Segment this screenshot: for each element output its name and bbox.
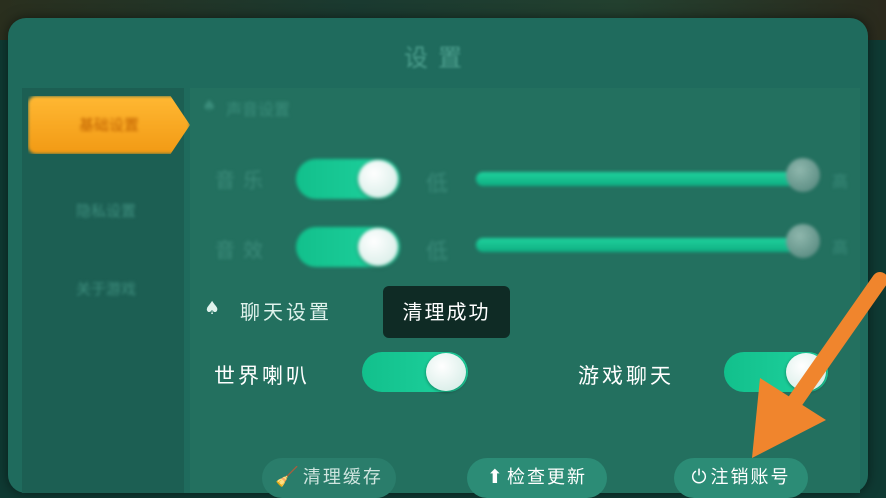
effects-low-label: 低 xyxy=(426,240,449,265)
tab-about-game[interactable]: 关于游戏 xyxy=(36,270,176,308)
effects-high-label: 高 xyxy=(832,238,849,257)
spade-icon: ♠ xyxy=(204,298,221,319)
broom-icon: 🧹 xyxy=(275,466,301,488)
music-slider-handle[interactable] xyxy=(786,158,820,192)
music-low-label: 低 xyxy=(426,172,449,197)
effects-toggle[interactable] xyxy=(296,227,400,267)
music-high-label: 高 xyxy=(832,172,849,191)
effects-volume-slider[interactable] xyxy=(476,238,806,252)
toggle-knob xyxy=(358,160,398,198)
logout-button[interactable]: ⏻ 注销账号 xyxy=(674,458,808,498)
clear-cache-button[interactable]: 🧹 清理缓存 xyxy=(262,458,396,498)
annotation-arrow-icon xyxy=(752,272,886,458)
power-icon: ⏻ xyxy=(691,466,709,488)
tab-basic-settings[interactable]: 基础设置 xyxy=(28,96,190,154)
arrow-up-icon: ⬆ xyxy=(487,466,505,488)
game-chat-label: 游戏聊天 xyxy=(578,364,674,388)
sound-section-label: 声音设置 xyxy=(226,100,291,119)
music-label: 音乐 xyxy=(215,168,271,192)
world-horn-toggle[interactable] xyxy=(362,352,468,392)
effects-slider-handle[interactable] xyxy=(786,224,820,258)
toggle-knob xyxy=(358,228,398,266)
check-update-button[interactable]: ⬆ 检查更新 xyxy=(467,458,607,498)
panel-title: 设置 xyxy=(404,44,472,72)
check-update-label: 检查更新 xyxy=(506,467,587,488)
effects-label: 音效 xyxy=(215,238,271,262)
toggle-knob xyxy=(426,353,466,391)
spade-icon: ♠ xyxy=(202,96,217,115)
music-toggle[interactable] xyxy=(296,159,400,199)
logout-label: 注销账号 xyxy=(710,467,791,488)
settings-sidebar: 基础设置 隐私设置 关于游戏 xyxy=(22,88,190,493)
music-volume-slider[interactable] xyxy=(476,172,806,186)
toast-message: 清理成功 xyxy=(383,286,510,338)
chat-section-label: 聊天设置 xyxy=(240,300,332,324)
clear-cache-label: 清理缓存 xyxy=(302,467,383,488)
tab-privacy-settings[interactable]: 隐私设置 xyxy=(36,192,176,230)
world-horn-label: 世界喇叭 xyxy=(214,364,310,388)
